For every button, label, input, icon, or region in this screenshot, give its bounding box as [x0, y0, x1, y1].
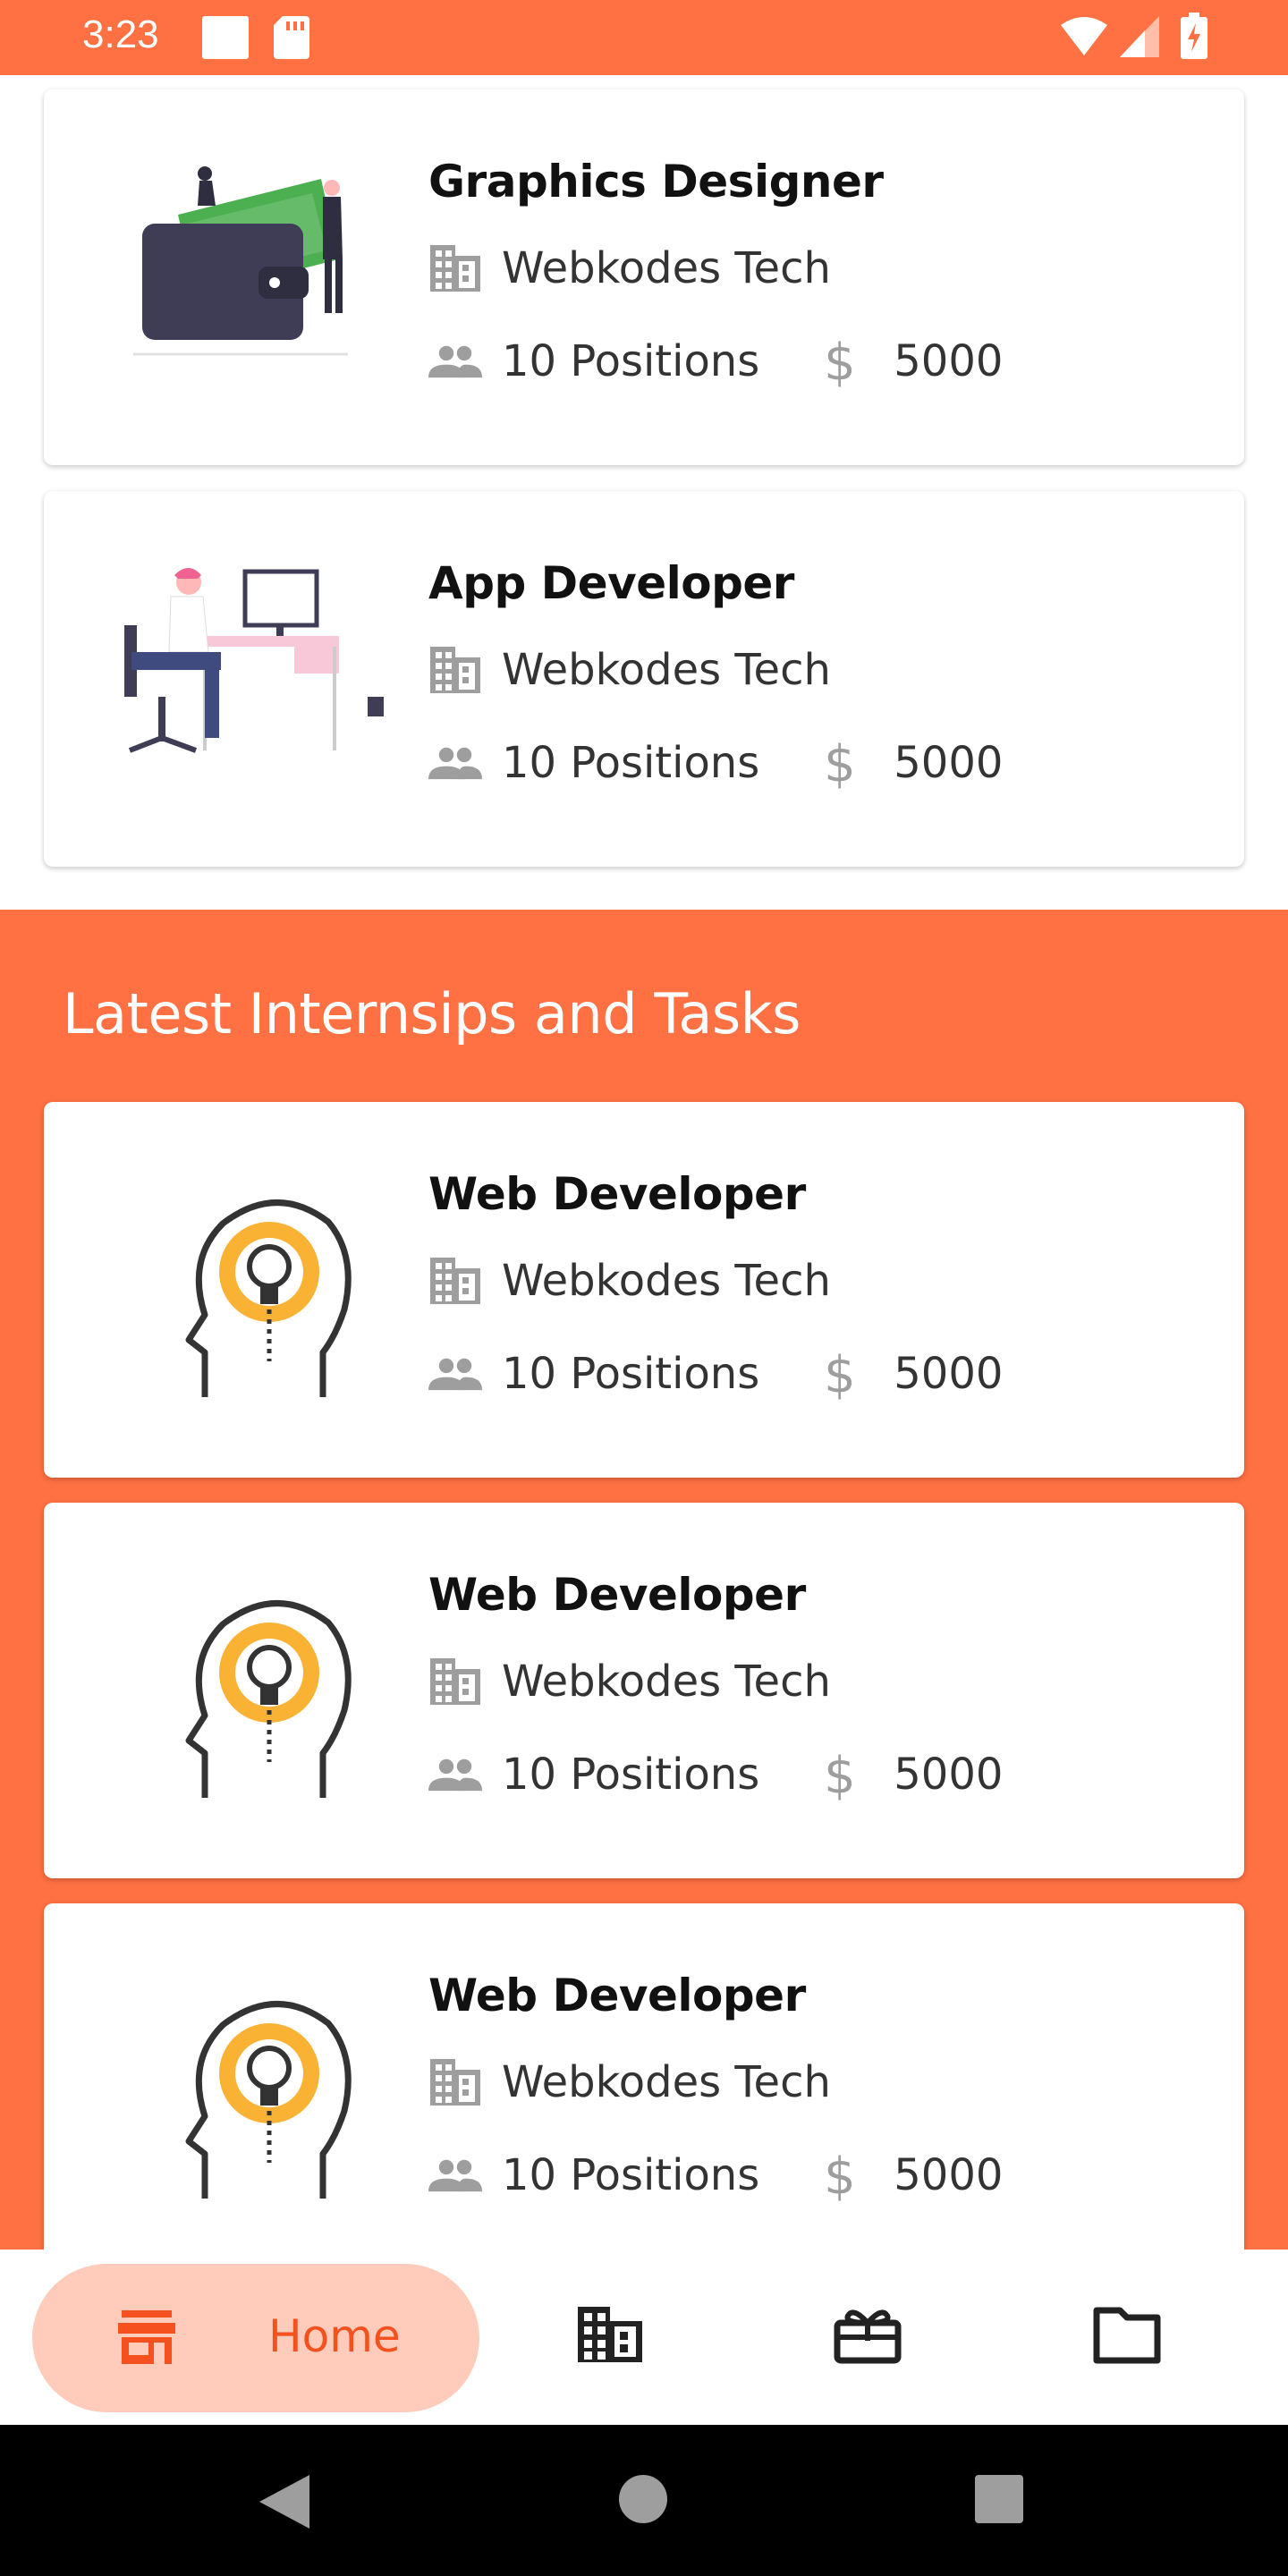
idea-head-illustration	[185, 2001, 352, 2199]
job-title: App Developer	[428, 557, 794, 609]
positions-count: 10 Positions	[502, 738, 760, 788]
store-icon	[118, 2310, 175, 2364]
idea-head-illustration	[185, 1199, 352, 1397]
section-heading: Latest Internsips and Tasks	[63, 981, 801, 1046]
svg-text:$: $	[824, 1347, 856, 1401]
status-time: 3:23	[82, 13, 159, 56]
dollar-icon: $	[824, 2148, 856, 2202]
idea-head-illustration	[185, 1600, 352, 1798]
recents-square-icon[interactable]	[975, 2475, 1023, 2523]
job-card[interactable]: Graphics Designer Webkodes Tech 10 Posit…	[44, 89, 1244, 465]
salary: 5000	[894, 1750, 1004, 1800]
salary: 5000	[894, 1349, 1004, 1399]
salary: 5000	[894, 738, 1004, 788]
home-circle-icon[interactable]	[619, 2475, 667, 2523]
building-icon	[430, 1258, 480, 1304]
wallet-illustration	[133, 166, 348, 356]
people-icon	[428, 1758, 482, 1792]
job-card[interactable]: App Developer Webkodes Tech 10 Positions…	[44, 491, 1244, 867]
status-bar: 3:23	[0, 0, 1288, 75]
positions-count: 10 Positions	[502, 336, 760, 386]
bottom-navigation: Home	[0, 2250, 1288, 2425]
dollar-icon: $	[824, 1748, 856, 1801]
dollar-icon: $	[824, 335, 856, 388]
building-icon	[430, 647, 480, 693]
nav-home-label: Home	[268, 2310, 401, 2362]
signal-icon	[1120, 16, 1159, 57]
nav-home-button[interactable]: Home	[32, 2264, 479, 2412]
internship-card[interactable]: Web Developer Webkodes Tech 10 Positions…	[44, 1503, 1244, 1878]
positions-count: 10 Positions	[502, 2150, 760, 2200]
job-title: Web Developer	[428, 1970, 806, 2021]
building-icon[interactable]	[576, 2305, 644, 2364]
building-icon	[430, 2059, 480, 2106]
people-icon	[428, 747, 482, 780]
stats-row: 10 Positions $ 5000	[428, 2148, 1003, 2202]
job-title: Web Developer	[428, 1569, 806, 1621]
salary: 5000	[894, 336, 1004, 386]
company-row: Webkodes Tech	[428, 1657, 831, 1707]
dollar-icon: $	[824, 1347, 856, 1401]
svg-text:$: $	[824, 335, 856, 388]
system-navigation-bar	[0, 2425, 1288, 2576]
notification-square-icon	[202, 16, 249, 59]
back-icon[interactable]	[259, 2475, 309, 2529]
people-icon	[428, 345, 482, 378]
folder-icon[interactable]	[1093, 2305, 1161, 2364]
company-row: Webkodes Tech	[428, 1256, 831, 1306]
stats-row: 10 Positions $ 5000	[428, 1748, 1003, 1801]
gift-icon[interactable]	[834, 2305, 902, 2364]
sd-card-icon	[274, 16, 309, 59]
job-title: Graphics Designer	[428, 156, 884, 208]
positions-count: 10 Positions	[502, 1349, 760, 1399]
company-row: Webkodes Tech	[428, 2057, 831, 2107]
company-name: Webkodes Tech	[502, 1657, 831, 1707]
svg-text:$: $	[824, 736, 856, 790]
company-name: Webkodes Tech	[502, 645, 831, 695]
stats-row: 10 Positions $ 5000	[428, 335, 1003, 388]
stats-row: 10 Positions $ 5000	[428, 1347, 1003, 1401]
job-title: Web Developer	[428, 1168, 806, 1220]
company-name: Webkodes Tech	[502, 1256, 831, 1306]
svg-text:$: $	[824, 1748, 856, 1801]
internship-card[interactable]: Web Developer Webkodes Tech 10 Positions…	[44, 1102, 1244, 1478]
company-name: Webkodes Tech	[502, 2057, 831, 2107]
company-row: Webkodes Tech	[428, 645, 831, 695]
svg-text:$: $	[824, 2148, 856, 2202]
people-icon	[428, 1358, 482, 1391]
building-icon	[430, 245, 480, 292]
company-name: Webkodes Tech	[502, 243, 831, 293]
positions-count: 10 Positions	[502, 1750, 760, 1800]
wifi-icon	[1061, 17, 1107, 55]
desk-illustration	[124, 568, 384, 753]
people-icon	[428, 2159, 482, 2192]
battery-charging-icon	[1181, 13, 1208, 59]
salary: 5000	[894, 2150, 1004, 2200]
company-row: Webkodes Tech	[428, 243, 831, 293]
dollar-icon: $	[824, 736, 856, 790]
internship-card[interactable]: Web Developer Webkodes Tech 10 Positions…	[44, 1903, 1244, 2279]
building-icon	[430, 1658, 480, 1705]
stats-row: 10 Positions $ 5000	[428, 736, 1003, 790]
